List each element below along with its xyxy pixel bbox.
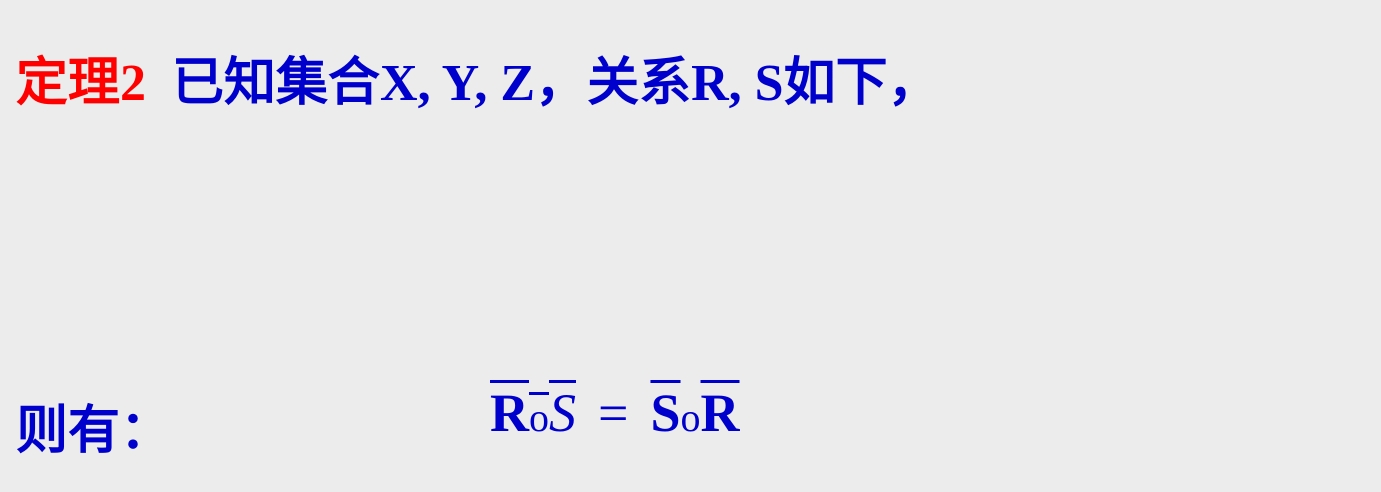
rhs-compose-op: o (680, 395, 701, 440)
lhs-r: R (490, 383, 529, 443)
formula-lhs: RoS (490, 383, 576, 443)
theorem-label: 定理2 (16, 55, 147, 112)
conclusion-label: 则有： (16, 403, 173, 460)
rhs-s-complement: S (650, 383, 681, 443)
lhs-s: S (549, 383, 576, 443)
theorem-text: 已知集合X, Y, Z，关系R, S如下， (172, 55, 940, 112)
theorem-statement: 定理2 已知集合X, Y, Z，关系R, S如下， (16, 40, 940, 115)
equals-sign: = (598, 383, 629, 443)
formula: RoS = SoR (490, 382, 740, 444)
rhs-r-complement: R (700, 383, 740, 443)
lhs-compose-op: o (529, 395, 549, 440)
